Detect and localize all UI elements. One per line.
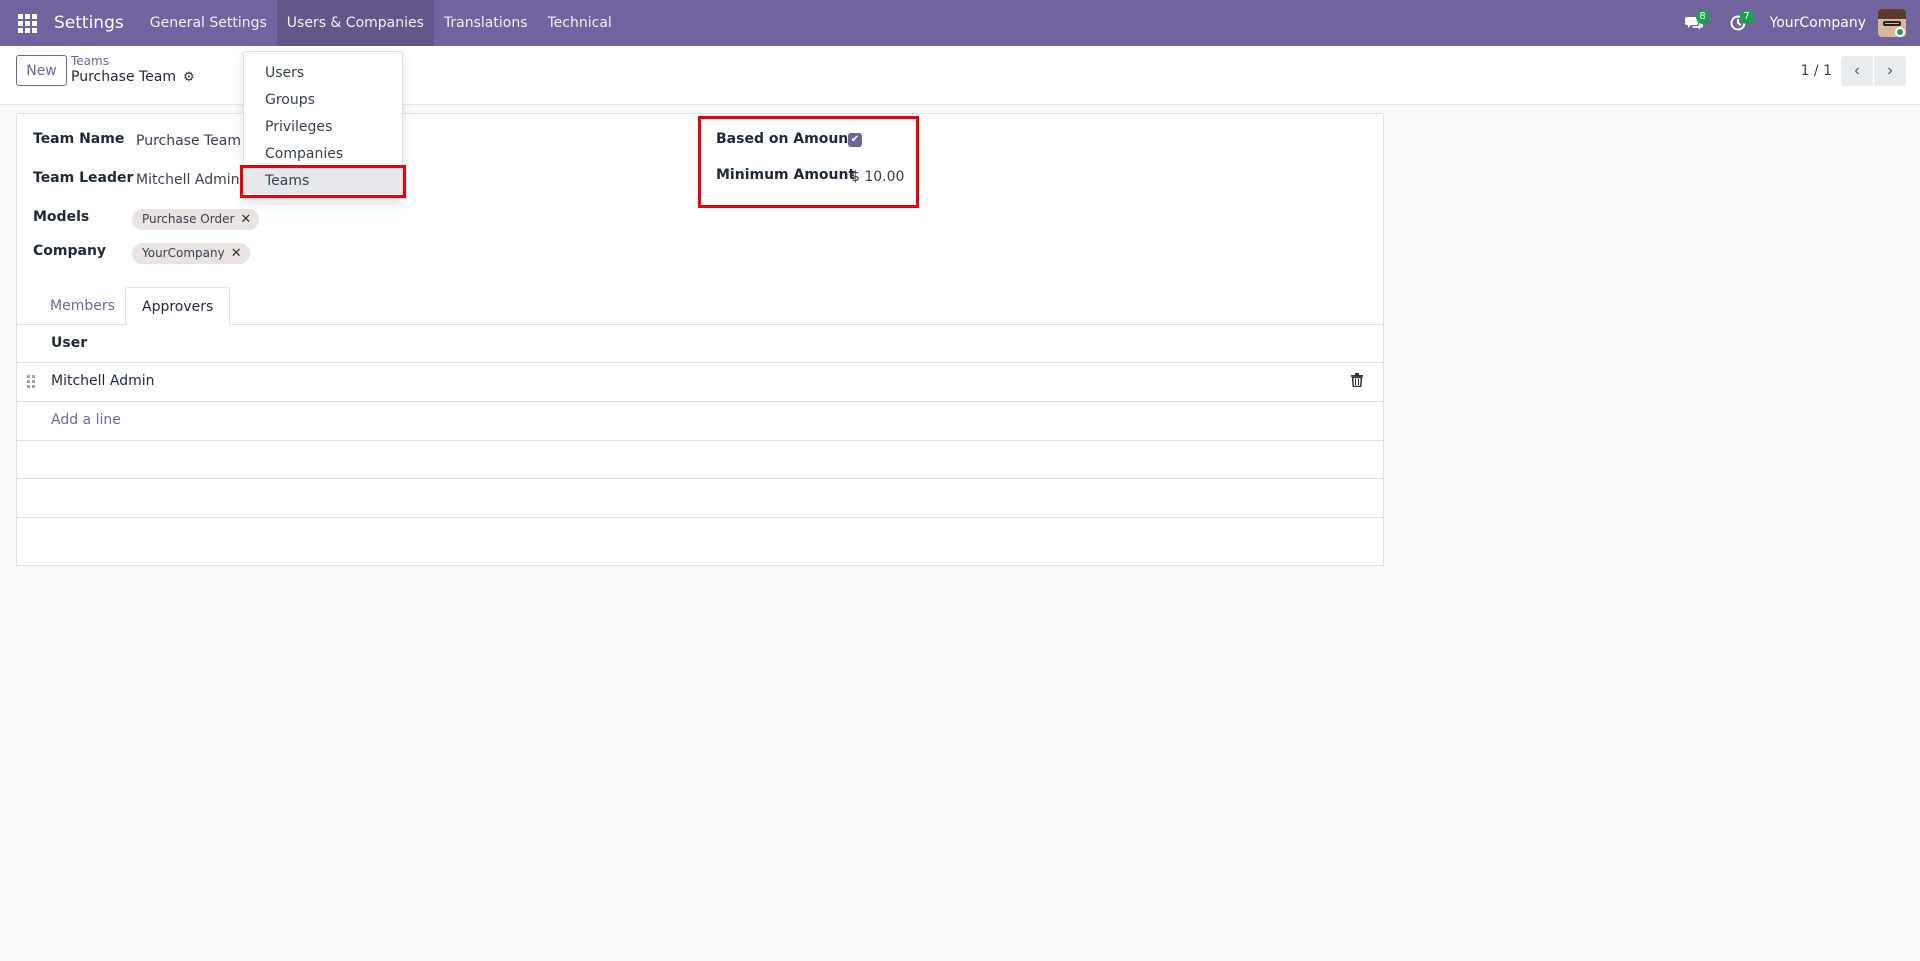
dropdown-item-users[interactable]: Users [244,60,402,86]
dropdown-item-privileges[interactable]: Privileges [244,114,402,140]
chevron-right-icon: › [1887,62,1893,79]
new-button[interactable]: New [16,55,67,86]
tab-approvers[interactable]: Approvers [125,287,231,326]
remove-tag-icon[interactable]: ✕ [240,209,251,230]
menu-translations[interactable]: Translations [434,0,538,46]
minimum-amount-field[interactable]: $ 10.00 [851,169,904,185]
users-companies-dropdown: Users Groups Privileges Companies Teams [243,51,403,199]
check-icon: ✔ [850,134,860,145]
menu-general-settings[interactable]: General Settings [140,0,277,46]
record-title: Purchase Team [71,69,177,85]
menu-technical[interactable]: Technical [538,0,622,46]
breadcrumb-teams[interactable]: Teams [71,54,109,68]
app-title[interactable]: Settings [54,13,124,33]
pager-value[interactable]: 1 / 1 [1801,63,1832,79]
models-tag-label: Purchase Order [142,212,235,226]
table-header: User [17,325,1383,363]
table-row[interactable]: Mitchell Admin [17,363,1383,402]
company-switcher[interactable]: YourCompany [1770,15,1867,31]
models-label: Models [33,209,90,225]
top-navbar: Settings General Settings Users & Compan… [0,0,1920,46]
approver-user-cell[interactable]: Mitchell Admin [51,373,155,389]
team-leader-label: Team Leader [33,170,134,186]
gear-icon[interactable]: ⚙ [183,70,195,85]
notebook-tabs: Members Approvers [17,287,1383,326]
pager-next-button[interactable]: › [1874,56,1906,86]
company-label: Company [33,243,107,259]
remove-tag-icon[interactable]: ✕ [231,243,242,264]
based-on-amount-label: Based on Amount [716,131,855,147]
pager-previous-button[interactable]: ‹ [1841,56,1873,86]
based-on-amount-checkbox[interactable]: ✔ [848,133,862,147]
models-tag: Purchase Order ✕ [132,209,260,230]
systray: 8 7 YourCompany [1672,0,1920,46]
dropdown-item-groups[interactable]: Groups [244,87,402,113]
add-line-link[interactable]: Add a line [51,412,121,428]
dropdown-item-teams[interactable]: Teams [244,168,402,194]
empty-row [17,441,1383,479]
team-leader-field[interactable]: Mitchell Admin [136,172,240,188]
apps-menu-icon[interactable] [0,0,54,46]
trash-icon[interactable] [1351,373,1363,387]
company-tag: YourCompany ✕ [132,243,250,264]
column-header-user[interactable]: User [51,335,87,351]
team-name-field[interactable]: Purchase Team [136,133,241,149]
team-name-label: Team Name [33,131,125,147]
minimum-amount-label: Minimum Amount [716,167,856,183]
add-line-row: Add a line [17,402,1383,441]
empty-row [17,479,1383,518]
messages-button[interactable]: 8 [1672,0,1716,46]
menu-users-companies[interactable]: Users & Companies [276,0,434,46]
activities-badge: 7 [1739,10,1754,24]
activities-button[interactable]: 7 [1716,0,1760,46]
chevron-left-icon: ‹ [1854,62,1860,79]
breadcrumb-current: Purchase Team ⚙ [71,69,195,85]
company-tag-label: YourCompany [142,246,225,260]
tab-members[interactable]: Members [34,287,131,325]
online-status-icon [1895,27,1905,37]
messages-badge: 8 [1695,10,1710,24]
drag-handle-icon[interactable] [27,375,35,388]
form-sheet: Team Name Purchase Team Team Leader Mitc… [16,113,1384,566]
dropdown-item-companies[interactable]: Companies [244,141,402,167]
